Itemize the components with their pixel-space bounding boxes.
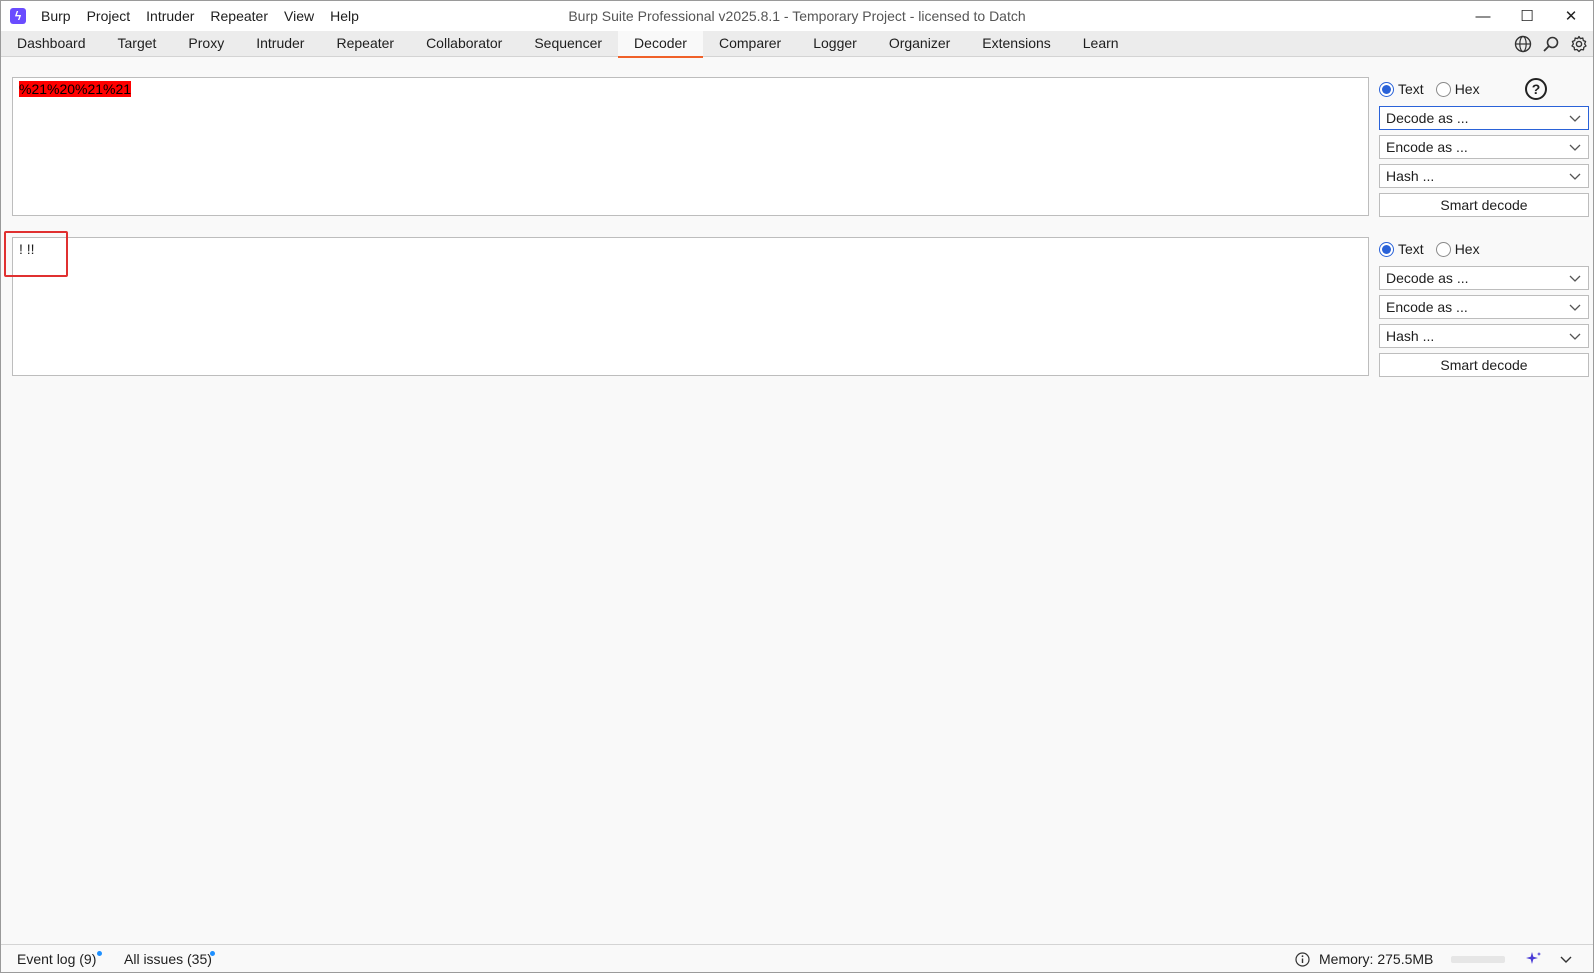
tab-dashboard[interactable]: Dashboard [1, 31, 102, 57]
encode-as-dropdown[interactable]: Encode as ... [1379, 135, 1589, 159]
chevron-down-icon [1569, 144, 1581, 151]
hash-dropdown[interactable]: Hash ... [1379, 164, 1589, 188]
chevron-down-icon[interactable] [1552, 948, 1580, 970]
tab-logger[interactable]: Logger [797, 31, 873, 57]
ai-sparkle-icon[interactable] [1520, 948, 1548, 970]
tabs: Dashboard Target Proxy Intruder Repeater… [1, 31, 1135, 58]
smart-decode-button[interactable]: Smart decode [1379, 193, 1589, 217]
decoder-input-editor[interactable]: %21%20%21%21 [12, 77, 1369, 216]
hex-radio-label[interactable]: Hex [1455, 81, 1480, 97]
chevron-down-icon [1569, 304, 1581, 311]
event-log-link[interactable]: Event log (9) [17, 945, 96, 973]
chevron-down-icon [1569, 333, 1581, 340]
hex-radio[interactable] [1435, 81, 1451, 97]
status-bar: Event log (9) All issues (35) Memory: 27… [1, 944, 1593, 972]
menu-repeater[interactable]: Repeater [202, 1, 276, 31]
menu-burp[interactable]: Burp [33, 1, 79, 31]
text-radio-label[interactable]: Text [1398, 81, 1424, 97]
format-radio-group: Text Hex ? [1379, 77, 1589, 101]
tab-extensions[interactable]: Extensions [966, 31, 1066, 57]
hex-radio[interactable] [1435, 241, 1451, 257]
chevron-down-icon [1569, 115, 1581, 122]
tab-comparer[interactable]: Comparer [703, 31, 797, 57]
chevron-down-icon [1569, 173, 1581, 180]
smart-decode-button[interactable]: Smart decode [1379, 353, 1589, 377]
help-icon[interactable]: ? [1525, 78, 1547, 100]
hash-label: Hash ... [1386, 168, 1435, 184]
event-log-notification-dot [97, 951, 102, 956]
tab-decoder[interactable]: Decoder [618, 31, 703, 58]
globe-icon[interactable] [1513, 34, 1533, 54]
chevron-down-icon [1569, 275, 1581, 282]
menu-help[interactable]: Help [322, 1, 367, 31]
format-radio-group: Text Hex [1379, 237, 1589, 261]
menu-intruder[interactable]: Intruder [138, 1, 202, 31]
window-controls: — ☐ ✕ [1461, 1, 1593, 31]
text-radio[interactable] [1379, 241, 1394, 257]
tab-sequencer[interactable]: Sequencer [518, 31, 618, 57]
encode-as-dropdown[interactable]: Encode as ... [1379, 295, 1589, 319]
burp-window: ϟ Burp Project Intruder Repeater View He… [0, 0, 1594, 973]
search-icon[interactable] [1541, 34, 1561, 54]
decoder-panel-1: Text Hex ? Decode as ... Encode as ... H… [1379, 77, 1589, 217]
issues-notification-dot [210, 951, 215, 956]
menu-bar: Burp Project Intruder Repeater View Help [33, 1, 367, 31]
encode-as-label: Encode as ... [1386, 139, 1468, 155]
main-tab-bar: Dashboard Target Proxy Intruder Repeater… [1, 31, 1593, 58]
close-button[interactable]: ✕ [1549, 1, 1593, 31]
hash-label: Hash ... [1386, 328, 1435, 344]
decode-as-dropdown[interactable]: Decode as ... [1379, 106, 1589, 130]
tab-bar-icons [1513, 31, 1589, 57]
tab-target[interactable]: Target [102, 31, 173, 57]
text-radio[interactable] [1379, 81, 1394, 97]
encode-as-label: Encode as ... [1386, 299, 1468, 315]
burp-logo-icon: ϟ [10, 8, 26, 24]
tab-repeater[interactable]: Repeater [320, 31, 410, 57]
decoder-panel-2: Text Hex Decode as ... Encode as ... Has… [1379, 237, 1589, 377]
menu-view[interactable]: View [276, 1, 322, 31]
info-icon[interactable] [1295, 952, 1310, 969]
tab-collaborator[interactable]: Collaborator [410, 31, 518, 57]
gear-icon[interactable] [1569, 34, 1589, 54]
decode-as-label: Decode as ... [1386, 110, 1469, 126]
memory-usage: Memory: 275.5MB [1319, 951, 1434, 967]
selected-input-text[interactable]: %21%20%21%21 [19, 81, 132, 97]
tab-organizer[interactable]: Organizer [873, 31, 966, 57]
hex-radio-label[interactable]: Hex [1455, 241, 1480, 257]
title-bar: ϟ Burp Project Intruder Repeater View He… [1, 1, 1593, 31]
all-issues-link[interactable]: All issues (35) [124, 945, 212, 973]
decoder-output-editor[interactable]: ! !! [12, 237, 1369, 376]
decode-as-label: Decode as ... [1386, 270, 1469, 286]
maximize-button[interactable]: ☐ [1505, 1, 1549, 31]
tab-proxy[interactable]: Proxy [172, 31, 240, 57]
tab-intruder[interactable]: Intruder [240, 31, 320, 57]
minimize-button[interactable]: — [1461, 1, 1505, 31]
tab-learn[interactable]: Learn [1067, 31, 1135, 57]
hash-dropdown[interactable]: Hash ... [1379, 324, 1589, 348]
menu-project[interactable]: Project [79, 1, 139, 31]
memory-usage-bar [1451, 956, 1505, 963]
decode-as-dropdown[interactable]: Decode as ... [1379, 266, 1589, 290]
highlight-annotation-box [4, 231, 68, 277]
text-radio-label[interactable]: Text [1398, 241, 1424, 257]
